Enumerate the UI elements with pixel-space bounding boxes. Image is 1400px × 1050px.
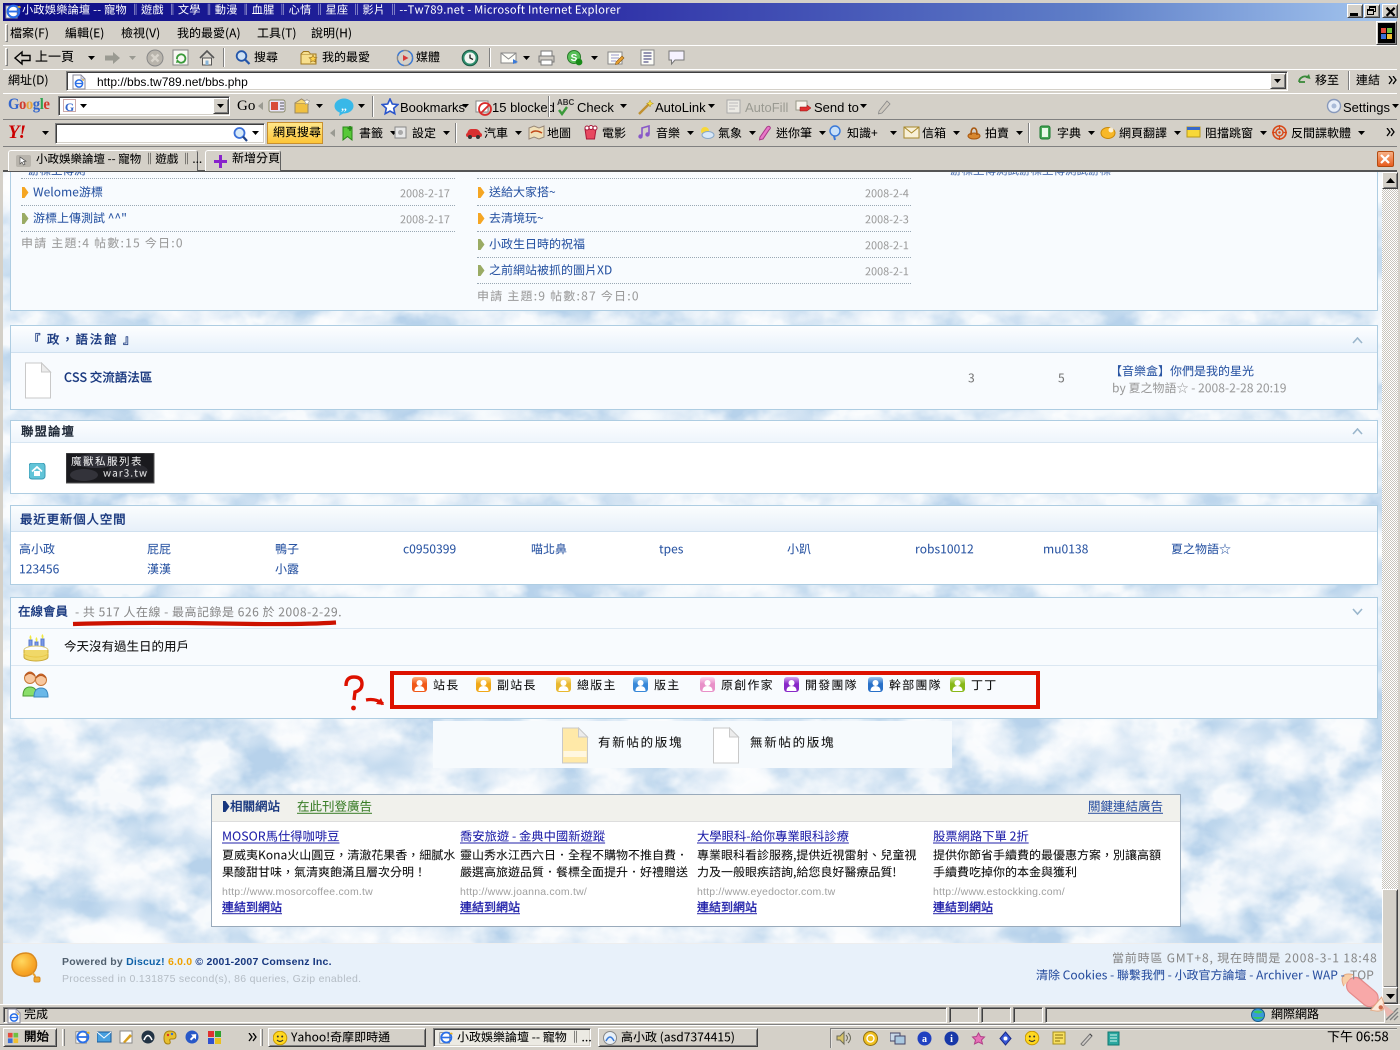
svg-text:a: a [922,1034,927,1045]
svg-text:ABC: ABC [557,98,574,107]
svg-text:i: i [950,1034,953,1045]
svg-text:,,: ,, [341,101,347,113]
